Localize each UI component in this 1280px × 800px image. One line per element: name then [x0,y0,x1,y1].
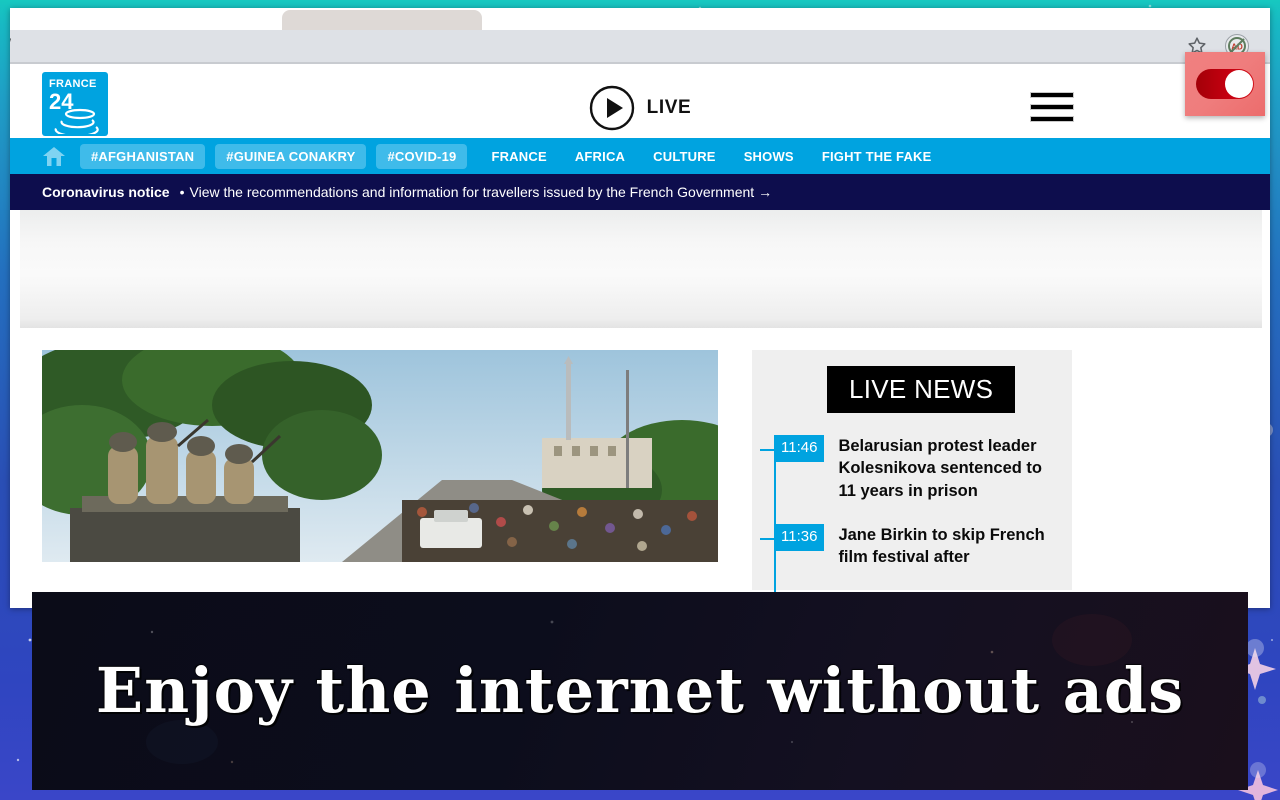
notice-separator: • [179,184,185,200]
main-columns: LIVE NEWS 11:46 Belarusian protest leade… [10,328,1270,608]
france24-logo[interactable]: FRANCE 24 [42,72,108,136]
tab-strip [10,8,1270,32]
home-icon[interactable] [42,145,66,167]
nav-link-africa[interactable]: AFRICA [561,144,639,169]
list-item[interactable]: 11:36 Jane Birkin to skip French film fe… [760,523,1072,569]
adblock-toggle-popup[interactable] [1185,52,1265,116]
empty-ad-slot [20,210,1262,328]
news-timestamp: 11:36 [774,523,825,551]
main-navigation: #AFGHANISTAN #GUINEA CONAKRY #COVID-19 F… [10,138,1270,174]
hero-photo-image [42,350,718,562]
nav-link-fight-the-fake[interactable]: FIGHT THE FAKE [808,144,946,169]
nav-link-france[interactable]: FRANCE [477,144,560,169]
nav-link-culture[interactable]: CULTURE [639,144,730,169]
hamburger-bar-3 [1030,116,1074,122]
news-headline[interactable]: Belarusian protest leader Kolesnikova se… [838,435,1048,502]
live-news-list: 11:46 Belarusian protest leader Kolesnik… [752,435,1072,608]
play-circle-icon[interactable] [589,85,635,131]
adblock-toggle[interactable] [1196,69,1254,99]
news-headline[interactable]: Jane Birkin to skip French film festival… [838,524,1048,569]
site-header: FRANCE 24 LIVE [10,64,1270,138]
toggle-knob[interactable] [1225,70,1253,98]
page-content: FRANCE 24 LIVE #AFGHANISTAN #GUINEA CONA… [10,64,1270,608]
ad-overlay-panel: Enjoy the internet without ads [32,592,1248,790]
live-player-button[interactable]: LIVE [570,84,710,132]
hero-photo[interactable] [42,350,718,562]
hero-article[interactable] [42,350,718,590]
nav-pill-afghanistan[interactable]: #AFGHANISTAN [80,143,206,169]
nav-pill-guinea-conakry[interactable]: #GUINEA CONAKRY [215,143,367,169]
hamburger-menu-icon[interactable] [1030,92,1074,122]
coronavirus-notice-banner[interactable]: Coronavirus notice • View the recommenda… [10,174,1270,210]
inactive-tab[interactable] [282,10,482,32]
active-tab[interactable] [34,10,296,32]
url-text[interactable]: n/ [10,36,11,51]
nav-pill-covid-19[interactable]: #COVID-19 [376,143,468,169]
live-label: LIVE [646,97,692,118]
hamburger-bar-2 [1030,104,1074,110]
ad-headline: Enjoy the internet without ads [95,653,1185,727]
notice-text[interactable]: View the recommendations and information… [190,184,773,200]
live-news-panel: LIVE NEWS 11:46 Belarusian protest leade… [752,350,1072,608]
notice-title: Coronavirus notice [42,184,170,200]
hamburger-bar-1 [1030,92,1074,98]
news-timestamp: 11:46 [774,435,825,462]
browser-window: n/ AD FRANCE 24 [10,8,1270,608]
address-bar[interactable] [10,30,1270,62]
live-news-badge: LIVE NEWS [827,366,1016,413]
nav-link-shows[interactable]: SHOWS [730,144,808,169]
list-item[interactable]: 11:46 Belarusian protest leader Kolesnik… [760,435,1072,502]
logo-swirl-icon [54,108,99,134]
